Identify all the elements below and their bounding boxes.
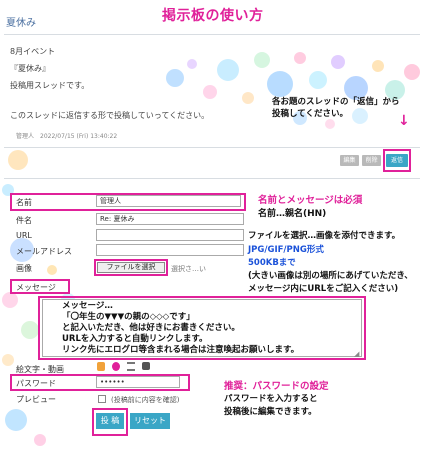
url-input[interactable]: [96, 229, 244, 241]
message-label-highlight: [10, 279, 70, 294]
file-note-line3: 500KBまで: [248, 258, 296, 268]
name-input[interactable]: 管理人: [96, 195, 241, 207]
subject-label: 件名: [16, 216, 32, 225]
file-note-line1: ファイルを選択…画像を添付できます。: [248, 231, 401, 241]
name-note-title: 名前とメッセージは必須: [258, 195, 363, 206]
preview-hint: (投稿前に内容を確認): [111, 396, 180, 404]
divider: [4, 147, 420, 148]
submit-button[interactable]: 投 稿: [96, 413, 124, 429]
post-meta: 管理人 2022/07/15 (Fri) 13:40:22: [16, 133, 118, 140]
post-message: このスレッドに返信する形で投稿していってください。: [10, 111, 210, 120]
password-note-line1: パスワードを入力すると: [224, 394, 318, 404]
thread-title[interactable]: 夏休み: [6, 14, 36, 29]
password-input[interactable]: ••••••: [96, 376, 180, 388]
list-icon[interactable]: [127, 362, 135, 371]
delete-button[interactable]: 削除: [362, 155, 381, 166]
email-label: メールアドレス: [16, 247, 72, 256]
file-select-button[interactable]: ファイルを選択: [97, 262, 165, 273]
headline: 掲示板の使い方: [162, 8, 264, 24]
divider: [4, 178, 420, 179]
preview-label: プレビュー: [16, 395, 56, 404]
subject-input[interactable]: Re: 夏休み: [96, 213, 244, 225]
file-note-line4: (大きい画像は別の場所にあげていただき、: [248, 271, 413, 281]
resize-handle-icon[interactable]: ◢: [354, 350, 359, 358]
password-note-line2: 投稿後に編集できます。: [224, 407, 317, 417]
preview-checkbox[interactable]: [98, 395, 106, 403]
image-label: 画像: [16, 264, 32, 273]
reply-note-line2: 投稿してください。: [272, 109, 348, 119]
sticker-icon[interactable]: [112, 362, 120, 371]
reply-button[interactable]: 返信: [386, 154, 408, 167]
post-line: 8月イベント: [10, 47, 56, 56]
password-note-title: 推奨：パスワードの設定: [224, 381, 329, 392]
url-label: URL: [16, 231, 32, 240]
post-line: 『夏休み』: [10, 64, 50, 73]
password-label: パスワード: [16, 379, 56, 388]
message-note-line5: リンク先にエログロ等含まれる場合は注意喚起お願いします。: [62, 345, 300, 355]
arrow-down-icon: ↓: [398, 113, 410, 129]
edit-button[interactable]: 編集: [340, 155, 359, 166]
divider: [4, 34, 420, 35]
emoji-icon[interactable]: [97, 362, 105, 371]
email-input[interactable]: [96, 244, 244, 256]
file-note-line5: メッセージ内にURLをご記入ください): [248, 284, 399, 294]
file-status: 選択さ…い: [171, 265, 206, 273]
name-label: 名前: [16, 198, 32, 207]
reply-note-line1: 各お題のスレッドの「返信」から: [272, 97, 400, 107]
reset-button[interactable]: リセット: [130, 413, 170, 429]
camera-icon[interactable]: [142, 362, 150, 370]
file-note-line2: JPG/GIF/PNG形式: [248, 245, 324, 255]
post-line: 投稿用スレッドです。: [10, 81, 90, 90]
name-note-sub: 名前…親名(HN): [258, 209, 327, 219]
